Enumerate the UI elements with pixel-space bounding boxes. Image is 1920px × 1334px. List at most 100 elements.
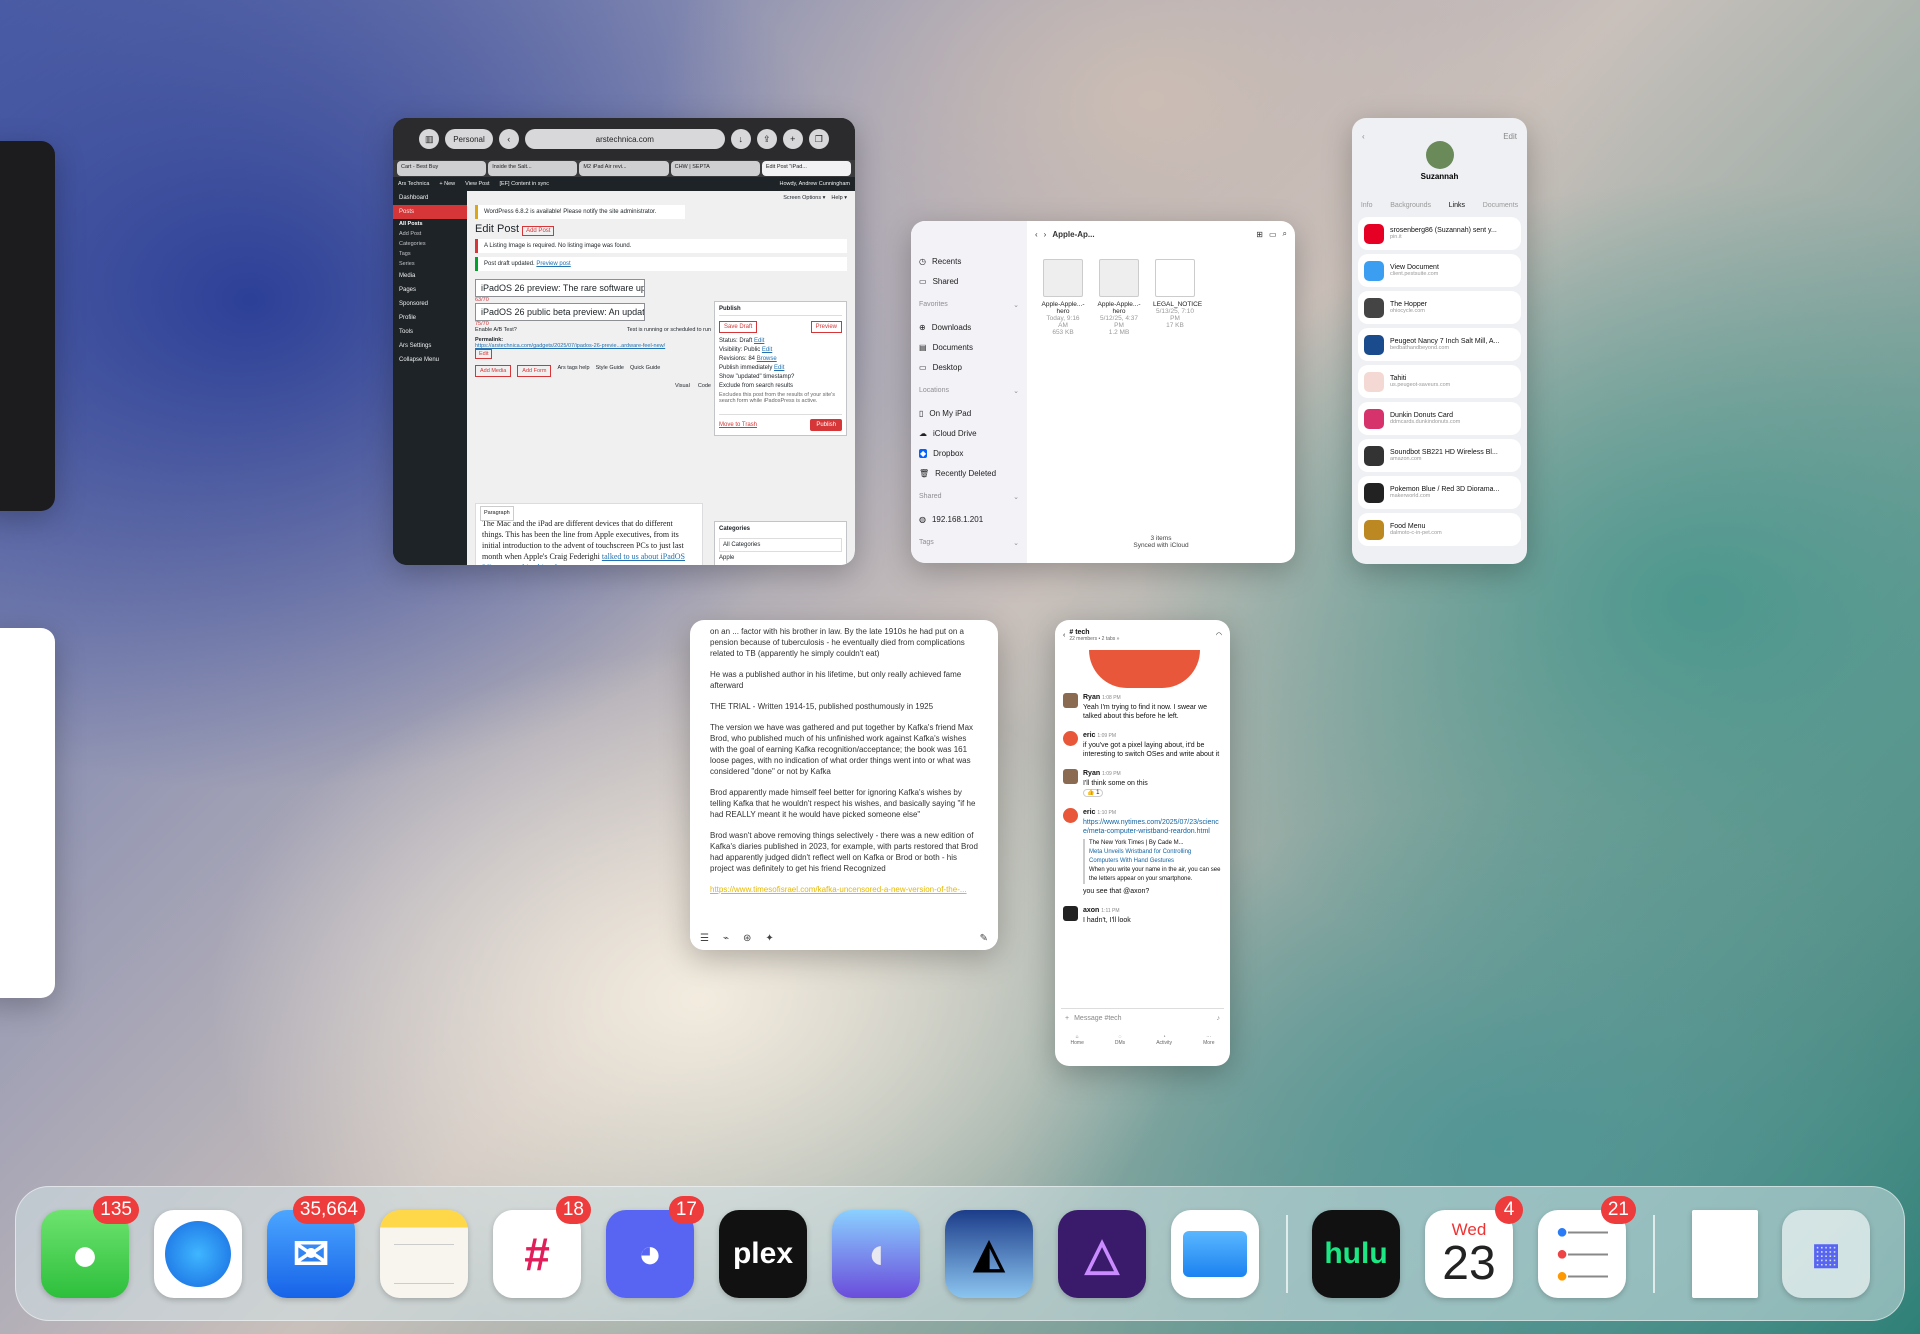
notes-app-icon[interactable]	[380, 1210, 468, 1298]
slack-window[interactable]: ‹ # tech 22 members • 2 tabs » ◠ Ryan 1:0…	[1055, 620, 1230, 1066]
visual-tab[interactable]: Visual	[675, 383, 690, 389]
sidebar-item-downloads[interactable]: ⊕ Downloads	[919, 317, 1019, 337]
sidebar-item-shared[interactable]: ▭ Shared	[919, 271, 1019, 291]
paragraph-select[interactable]: Paragraph	[480, 506, 514, 521]
menu-posts[interactable]: Posts	[393, 205, 467, 219]
tab-active[interactable]: Edit Post "iPad...	[761, 161, 852, 176]
message-user[interactable]: Ryan	[1083, 770, 1100, 777]
menu-ars-settings[interactable]: Ars Settings	[393, 339, 467, 353]
menu-media[interactable]: Media	[393, 269, 467, 283]
revisions-browse-link[interactable]: Browse	[757, 356, 777, 362]
notes-window[interactable]: on an ... factor with his brother in law…	[690, 620, 998, 950]
calendar-app-icon[interactable]: Wed 23 4	[1425, 1196, 1523, 1298]
link-item[interactable]: Soundbot SB221 HD Wireless Bl... amazon.c…	[1358, 439, 1521, 472]
add-post-button[interactable]: Add Post	[522, 226, 555, 236]
show-updated-checkbox[interactable]: Show "updated" timestamp?	[719, 374, 842, 380]
link-preview-title[interactable]: Meta Unveils Wristband for Controlling C…	[1089, 848, 1222, 866]
headphones-icon[interactable]: ◠	[1216, 631, 1222, 639]
menu-all-posts[interactable]: All Posts	[393, 219, 467, 229]
post-editor[interactable]: Paragraph The Mac and the iPad are diffe…	[475, 503, 703, 565]
tab-info[interactable]: Info	[1361, 202, 1373, 209]
back-icon[interactable]: ‹	[498, 129, 519, 149]
checklist-icon[interactable]: ☰	[700, 933, 709, 944]
link-item[interactable]: The Hopper ohiocycle.com	[1358, 291, 1521, 324]
code-tab[interactable]: Code	[698, 383, 711, 389]
style-guide-link[interactable]: Style Guide	[596, 365, 624, 377]
quick-guide-link[interactable]: Quick Guide	[630, 365, 660, 377]
chevron-down-icon[interactable]: ⌄	[1013, 539, 1019, 555]
safari-app-icon[interactable]	[154, 1210, 242, 1298]
locations-header[interactable]: Locations	[919, 387, 949, 403]
sidebar-item-desktop[interactable]: ▭ Desktop	[919, 357, 1019, 377]
reaction[interactable]: 👍 1	[1083, 789, 1104, 797]
hulu-app-icon[interactable]: hulu	[1312, 1210, 1400, 1298]
back-icon[interactable]: ‹	[1362, 132, 1365, 141]
messages-app-icon[interactable]: ● 135	[41, 1196, 139, 1298]
add-media-button[interactable]: Add Media	[475, 365, 512, 377]
grid-view-icon[interactable]: ⊞	[1256, 230, 1263, 239]
save-draft-button[interactable]: Save Draft	[719, 321, 758, 333]
link-item[interactable]: Tahiti us.peugeot-saveurs.com	[1358, 365, 1521, 398]
menu-profile[interactable]: Profile	[393, 311, 467, 325]
back-icon[interactable]: ‹	[1063, 632, 1065, 639]
address-bar[interactable]: arstechnica.com	[524, 129, 725, 149]
edit-button[interactable]: Edit	[1503, 132, 1517, 141]
tab[interactable]: Cart - Best Buy	[397, 161, 487, 176]
admin-bar-item[interactable]: View Post	[465, 181, 489, 187]
message[interactable]: eric 1:09 PM if you've got a pixel laying…	[1055, 726, 1230, 764]
message-user[interactable]: eric	[1083, 732, 1095, 739]
link-item[interactable]: Pokemon Blue / Red 3D Diorama... makerwor…	[1358, 476, 1521, 509]
chevron-down-icon[interactable]: ⌄	[1013, 493, 1019, 509]
visibility-edit-link[interactable]: Edit	[762, 347, 772, 353]
sidebar-item-recently-deleted[interactable]: 🗑 Recently Deleted	[919, 463, 1019, 483]
recent-document-icon[interactable]	[1692, 1210, 1758, 1298]
tabs-overview-icon[interactable]: ❐	[808, 129, 829, 149]
attachment-icon[interactable]: ⌁	[723, 933, 729, 944]
shared-header[interactable]: Shared	[919, 493, 942, 509]
clipped-window-left-bottom[interactable]	[0, 628, 55, 998]
menu-pages[interactable]: Pages	[393, 283, 467, 297]
sidebar-item-dropbox[interactable]: ◆ Dropbox	[919, 443, 1019, 463]
kindle-app-icon[interactable]: ◭	[945, 1210, 1033, 1298]
exclude-search-checkbox[interactable]: Exclude from search results	[719, 383, 842, 389]
slack-app-icon[interactable]: #18	[493, 1196, 591, 1298]
image-attachment[interactable]	[1089, 650, 1200, 688]
sidebar-item-documents[interactable]: ▤ Documents	[919, 337, 1019, 357]
link-item[interactable]: Peugeot Nancy 7 Inch Salt Mill, A... bedb…	[1358, 328, 1521, 361]
menu-series[interactable]: Series	[393, 259, 467, 269]
files-app-icon[interactable]	[1171, 1210, 1259, 1298]
download-icon[interactable]: ↓	[730, 129, 751, 149]
message-user[interactable]: axon	[1083, 907, 1099, 914]
nav-home[interactable]: ⌂ Home	[1071, 1034, 1084, 1060]
trash-link[interactable]: Move to Trash	[719, 422, 757, 428]
file-item[interactable]: Apple-Apple...-hero Today, 9:16 AM 653 KB	[1041, 259, 1085, 336]
tag-help-link[interactable]: Ars tags help	[557, 365, 589, 377]
files-window[interactable]: ◷ Recents ▭ Shared Favorites ⌄ ⊕ Downloads ▤…	[911, 221, 1295, 563]
channel-members[interactable]: 22 members • 2 tabs »	[1069, 636, 1119, 642]
folder-title[interactable]: Apple-Ap...	[1052, 230, 1094, 239]
title-input-a[interactable]: iPadOS 26 preview: The rare software up	[475, 279, 645, 297]
mail-app-icon[interactable]: ✉ 35,664	[267, 1196, 365, 1298]
favorites-header[interactable]: Favorites	[919, 301, 948, 317]
reminders-app-icon[interactable]: ●—— ●—— ●—— 21	[1538, 1196, 1636, 1298]
nav-more[interactable]: ⋯ More	[1203, 1034, 1214, 1060]
tab-backgrounds[interactable]: Backgrounds	[1390, 202, 1431, 209]
sidebar-item-server[interactable]: ◍ 192.168.1.201	[919, 509, 1019, 529]
tags-header[interactable]: Tags	[919, 539, 934, 555]
microphone-icon[interactable]: ♪	[1217, 1015, 1221, 1022]
markup-icon[interactable]: ⊛	[743, 933, 751, 944]
tab[interactable]: CHW | SEPTA	[670, 161, 760, 176]
tab[interactable]: M2 iPad Air revi...	[579, 161, 669, 176]
mastodon-app-icon[interactable]: ◖	[832, 1210, 920, 1298]
categories-tab[interactable]: All Categories	[719, 538, 842, 552]
magic-icon[interactable]: ✦	[765, 933, 773, 944]
clipped-window-left-top[interactable]	[0, 141, 55, 511]
compose-icon[interactable]: ✎	[980, 933, 988, 944]
permalink-edit-button[interactable]: Edit	[475, 349, 493, 359]
discord-app-icon[interactable]: ◕ 17	[606, 1196, 704, 1298]
preview-button[interactable]: Preview	[810, 321, 842, 333]
link-item[interactable]: srosenberg86 (Suzannah) sent y... pin.it	[1358, 217, 1521, 250]
app-library-icon[interactable]: ▦	[1782, 1210, 1870, 1298]
status-edit-link[interactable]: Edit	[754, 338, 764, 344]
file-item[interactable]: Apple-Apple...-hero 5/12/25, 4:37 PM 1.2 M…	[1097, 259, 1141, 336]
